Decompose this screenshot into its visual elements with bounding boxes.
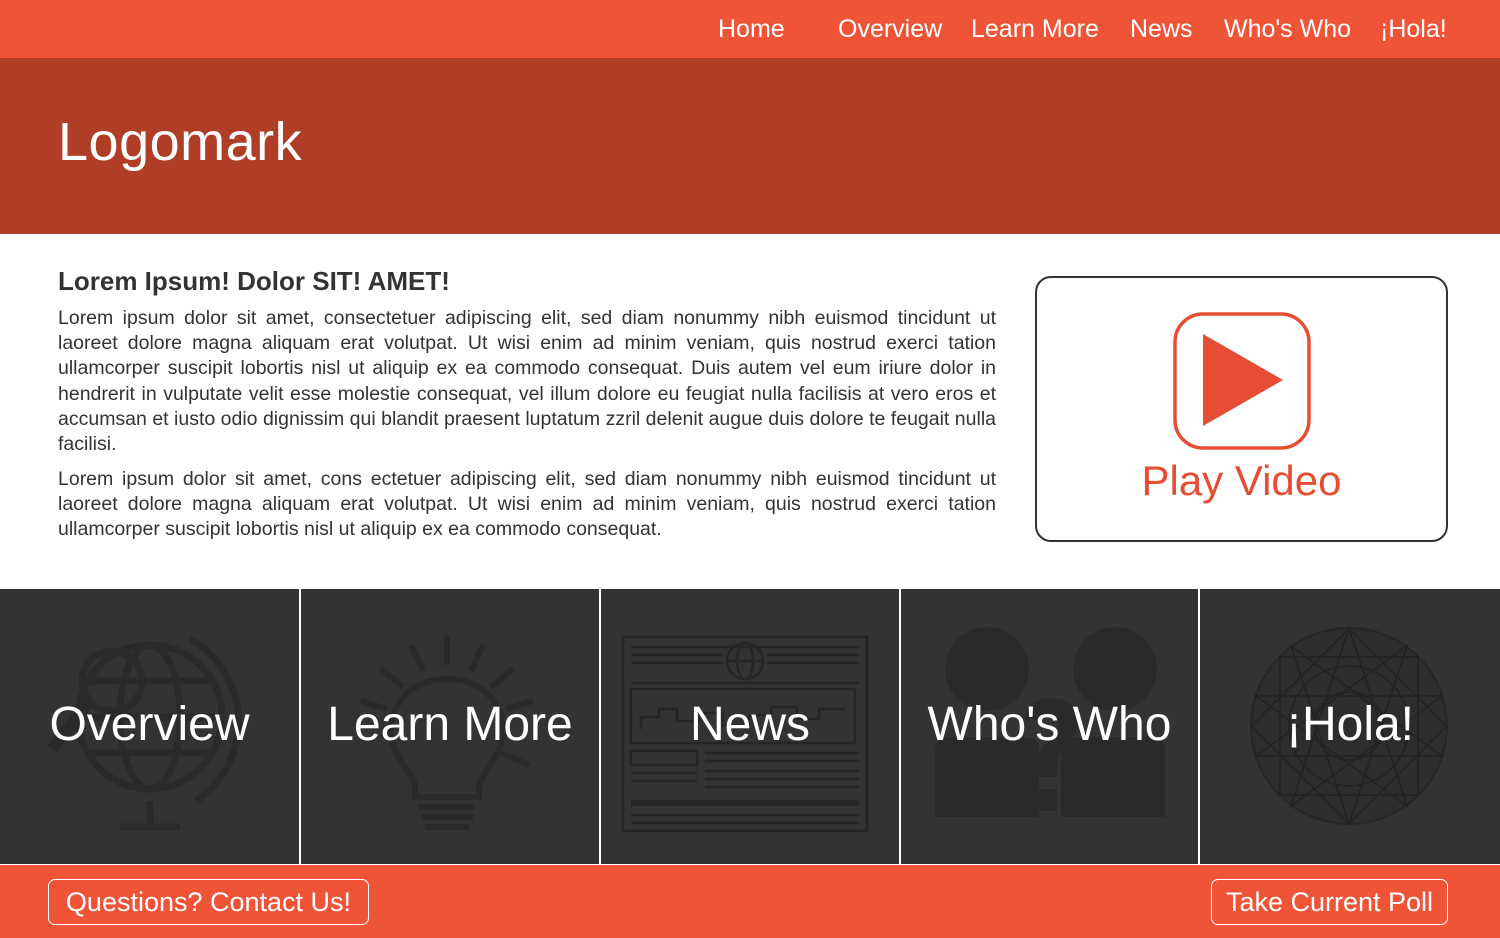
tile-whos-who[interactable]: Who's Who [901, 589, 1198, 864]
nav-item-hola[interactable]: ¡Hola! [1380, 14, 1447, 44]
tile-learn-more[interactable]: Learn More [301, 589, 599, 864]
tile-news[interactable]: News [601, 589, 899, 864]
contact-us-button[interactable]: Questions? Contact Us! [48, 879, 369, 925]
main-heading: Lorem Ipsum! Dolor SIT! AMET! [58, 266, 450, 296]
footer-bar: Questions? Contact Us! Take Current Poll [0, 865, 1500, 938]
tile-label-news: News [689, 698, 811, 751]
tile-label-learn-more: Learn More [327, 698, 573, 751]
tile-label-hola: ¡Hola! [1285, 698, 1415, 751]
top-nav: Home Overview Learn More News Who's Who … [0, 0, 1500, 58]
second-paragraph: Lorem ipsum dolor sit amet, cons ectetue… [58, 468, 996, 541]
intro-paragraph: Lorem ipsum dolor sit amet, consectetuer… [58, 307, 996, 456]
play-icon [1173, 312, 1311, 450]
tile-overview[interactable]: Overview [0, 589, 299, 864]
nav-item-overview[interactable]: Overview [838, 14, 942, 44]
nav-item-whos-who[interactable]: Who's Who [1224, 14, 1351, 44]
nav-item-news[interactable]: News [1130, 14, 1193, 44]
section-tiles: Overview Learn More News Who's Who ¡Hola… [0, 589, 1500, 864]
play-video-label: Play Video [1141, 457, 1342, 504]
play-video-card[interactable]: Play Video [1035, 276, 1448, 542]
nav-item-learn-more[interactable]: Learn More [971, 14, 1099, 44]
nav-item-home[interactable]: Home [718, 14, 785, 44]
header-band: Logomark [0, 58, 1500, 234]
logomark[interactable]: Logomark [58, 110, 302, 174]
tile-label-overview: Overview [49, 698, 250, 751]
take-poll-button[interactable]: Take Current Poll [1211, 879, 1448, 925]
tile-label-whos-who: Who's Who [927, 698, 1172, 751]
tile-hola[interactable]: ¡Hola! [1200, 589, 1500, 864]
